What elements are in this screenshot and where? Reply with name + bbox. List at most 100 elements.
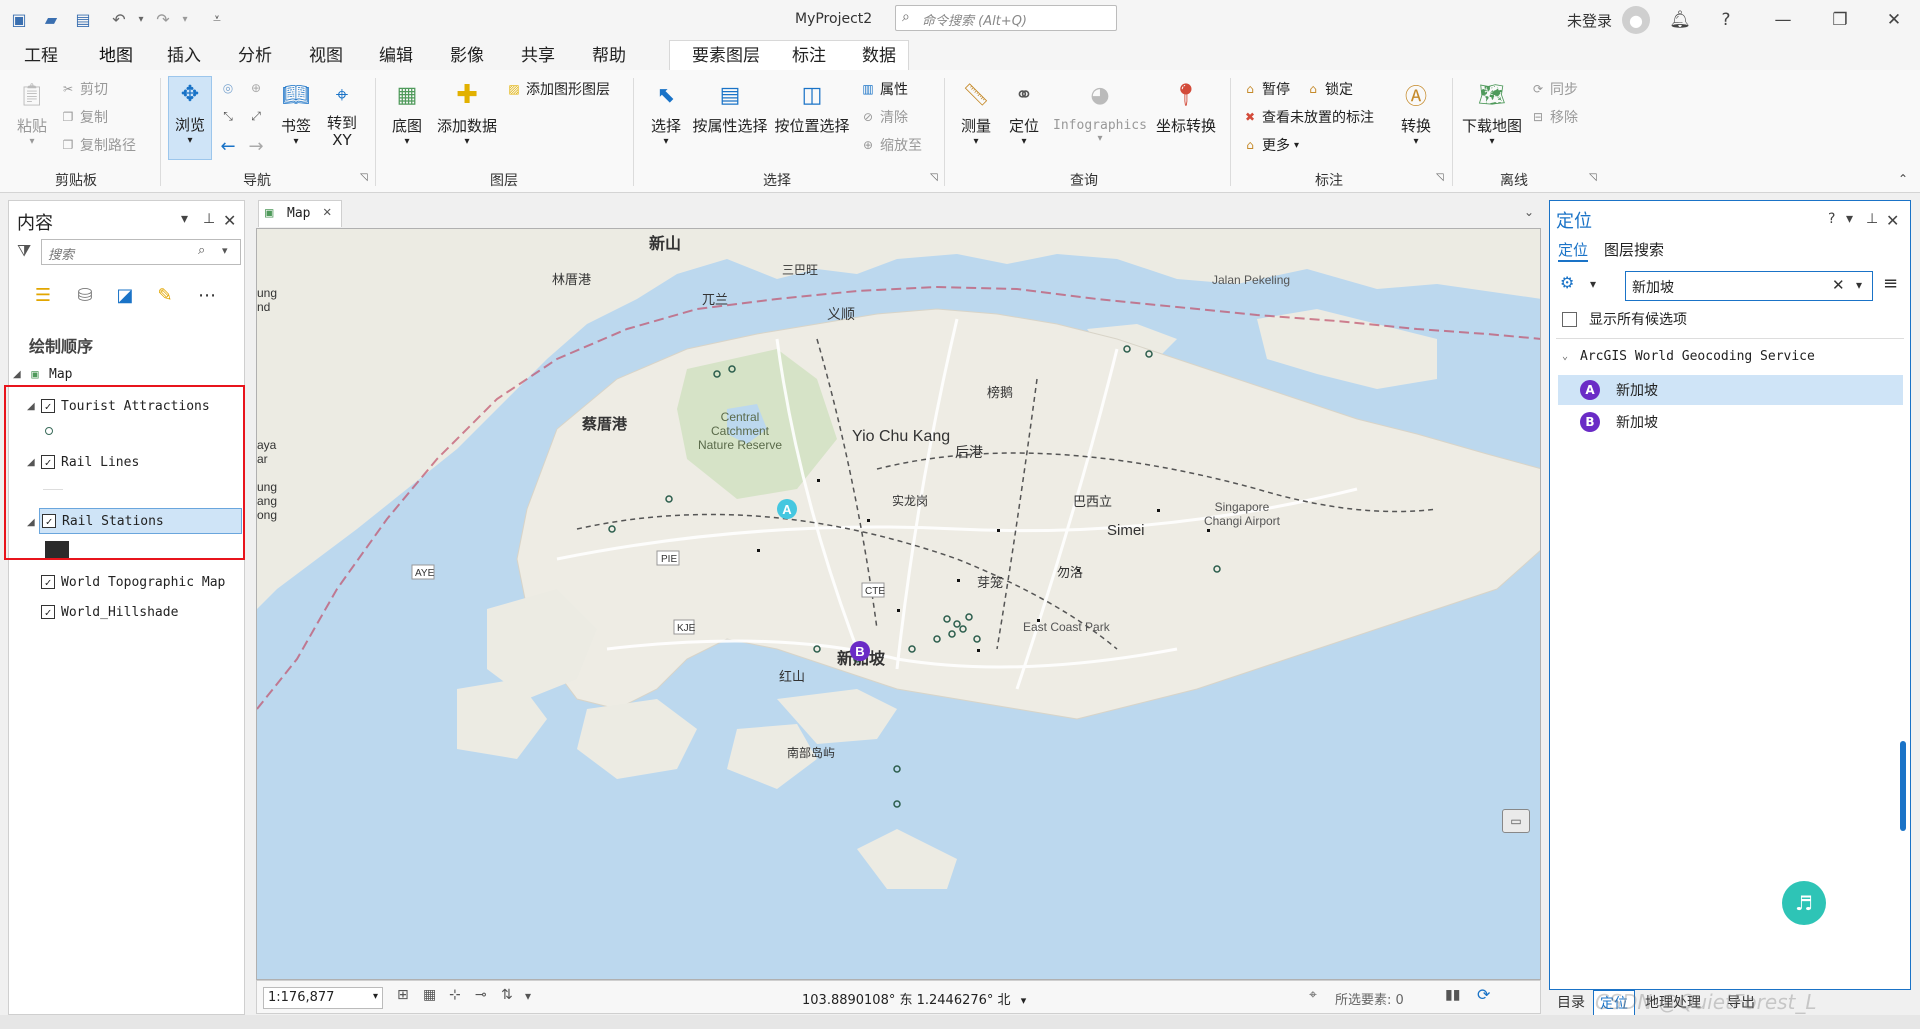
tab-view[interactable]: 视图 bbox=[305, 44, 347, 70]
copy-button[interactable]: ❐ 复制 bbox=[60, 106, 108, 128]
pin-icon[interactable]: ⊥ bbox=[1866, 211, 1878, 227]
globe-icon[interactable]: ◎ bbox=[220, 80, 236, 96]
redo-dropdown-icon[interactable]: ▾ bbox=[174, 8, 196, 30]
grid-toggle-icon[interactable]: ⊞ bbox=[397, 987, 409, 1003]
pause-drawing-icon[interactable]: ▮▮ bbox=[1445, 987, 1460, 1003]
tab-feature-layer[interactable]: 要素图层 bbox=[688, 44, 764, 70]
user-avatar-icon[interactable]: ● bbox=[1622, 6, 1650, 34]
collapse-provider-icon[interactable]: ⌄ bbox=[1562, 351, 1568, 362]
list-by-source-icon[interactable]: ⛁ bbox=[71, 281, 99, 309]
lock-labeling-button[interactable]: ⌂ 锁定 bbox=[1305, 78, 1353, 100]
contents-search-input[interactable]: 搜索 ⌕ ▾ bbox=[41, 239, 241, 265]
navigate-launcher-icon[interactable]: ◹ bbox=[360, 172, 368, 183]
select-by-attributes-button[interactable]: ▤ 按属性选择 bbox=[692, 78, 768, 136]
geocoder-provider-header[interactable]: ⌄ ArcGIS World Geocoding Service bbox=[1562, 349, 1815, 364]
pane-options-icon[interactable]: ▾ bbox=[181, 211, 188, 227]
sync-button[interactable]: ⟳ 同步 bbox=[1530, 78, 1578, 100]
add-data-button[interactable]: ✚ 添加数据 ▾ bbox=[434, 78, 500, 147]
cut-button[interactable]: ✂ 剪切 bbox=[60, 78, 108, 100]
restore-icon[interactable]: ❐ bbox=[1822, 6, 1858, 34]
menu-icon[interactable]: ≡ bbox=[1883, 273, 1898, 294]
help-icon[interactable]: ? bbox=[1828, 211, 1835, 227]
filter-icon[interactable]: ⧩ bbox=[17, 241, 31, 261]
copy-path-button[interactable]: ❐ 复制路径 bbox=[60, 134, 136, 156]
full-extent-icon[interactable]: ⊕ bbox=[248, 80, 264, 96]
tab-locate[interactable]: 定位 bbox=[1558, 239, 1589, 262]
result-row-b[interactable]: B 新加坡 bbox=[1558, 407, 1903, 437]
select-button[interactable]: ⬉ 选择 ▾ bbox=[646, 78, 686, 148]
tab-insert[interactable]: 插入 bbox=[163, 44, 205, 70]
tab-analysis[interactable]: 分析 bbox=[234, 44, 276, 70]
tab-share[interactable]: 共享 bbox=[517, 44, 559, 70]
more-options-icon[interactable]: ⋯ bbox=[193, 281, 221, 309]
tab-project[interactable]: 工程 bbox=[20, 44, 62, 70]
locate-button[interactable]: ⚭ 定位 ▾ bbox=[1002, 78, 1046, 148]
new-project-icon[interactable]: ▣ bbox=[8, 8, 30, 30]
search-history-dropdown-icon[interactable]: ▾ bbox=[1856, 278, 1862, 292]
layer-row-world-hillshade[interactable]: ✓ World_Hillshade bbox=[41, 601, 178, 623]
list-by-selection-icon[interactable]: ◪ bbox=[111, 281, 139, 309]
map-canvas[interactable]: 新山 林厝港 三巴旺 兀兰 义顺 Jalan Pekeling Central … bbox=[256, 228, 1541, 980]
snapping-icon[interactable]: ⊹ bbox=[449, 987, 461, 1003]
layer-visibility-checkbox[interactable]: ✓ bbox=[41, 605, 55, 619]
basemap-button[interactable]: ▦ 底图 ▾ bbox=[384, 78, 430, 148]
notification-bell-icon[interactable]: 🔔︎ bbox=[1662, 6, 1698, 34]
offline-launcher-icon[interactable]: ◹ bbox=[1589, 172, 1597, 183]
command-search-input[interactable]: ⌕ 命令搜索 (Alt+Q) bbox=[895, 5, 1117, 31]
select-by-location-button[interactable]: ◫ 按位置选择 bbox=[774, 78, 850, 136]
north-arrow-icon[interactable]: ⇅ bbox=[501, 987, 513, 1003]
coords-dropdown-icon[interactable]: ▾ bbox=[1021, 994, 1027, 1007]
assistant-mascot-icon[interactable]: ♬ bbox=[1782, 881, 1826, 925]
view-unplaced-button[interactable]: ✖ 查看未放置的标注 bbox=[1242, 106, 1374, 128]
goto-xy-button[interactable]: ⌖ 转到 XY bbox=[322, 78, 362, 149]
locate-settings-icon[interactable]: ⚙ bbox=[1560, 273, 1574, 292]
add-graphics-layer-button[interactable]: ▨ 添加图形图层 bbox=[506, 78, 610, 100]
labeling-launcher-icon[interactable]: ◹ bbox=[1436, 172, 1444, 183]
expand-map-icon[interactable]: ◢ bbox=[13, 369, 21, 380]
tab-map[interactable]: 地图 bbox=[95, 44, 137, 73]
help-icon[interactable]: ? bbox=[1708, 6, 1744, 34]
convert-coordinates-button[interactable]: 📍︎ 坐标转换 bbox=[1154, 78, 1218, 136]
download-map-button[interactable]: 🗺︎ 下载地图 ▾ bbox=[1460, 78, 1524, 148]
list-by-editing-icon[interactable]: ✎ bbox=[151, 281, 179, 309]
bookmarks-button[interactable]: 📖︎ 书签 ▾ bbox=[274, 78, 318, 148]
tab-catalog[interactable]: 目录 bbox=[1551, 990, 1591, 1014]
pane-options-icon[interactable]: ▾ bbox=[1846, 211, 1853, 227]
undo-dropdown-icon[interactable]: ▾ bbox=[130, 8, 152, 30]
explore-button[interactable]: ✥ 浏览 ▾ bbox=[168, 76, 212, 160]
customize-qat-icon[interactable]: ⩡ bbox=[206, 8, 228, 30]
clear-search-icon[interactable]: ✕ bbox=[1832, 276, 1845, 294]
next-extent-icon[interactable]: → bbox=[248, 136, 264, 157]
tab-list-dropdown-icon[interactable]: ⌄ bbox=[1524, 205, 1534, 219]
map-overlay-button-icon[interactable]: ▭ bbox=[1502, 809, 1530, 833]
tab-layer-search[interactable]: 图层搜索 bbox=[1604, 239, 1664, 260]
close-tab-icon[interactable]: ✕ bbox=[323, 204, 331, 220]
zoom-out-fixed-icon[interactable]: ⤢ bbox=[248, 108, 264, 124]
open-folder-icon[interactable]: ▰ bbox=[40, 8, 62, 30]
scrollbar-thumb[interactable] bbox=[1900, 741, 1906, 831]
save-icon[interactable]: ▤ bbox=[72, 8, 94, 30]
tab-labeling[interactable]: 标注 bbox=[788, 44, 830, 70]
remove-offline-button[interactable]: ⊟ 移除 bbox=[1530, 106, 1578, 128]
infographics-button[interactable]: ◕ Infographics ▾ bbox=[1050, 78, 1150, 145]
layer-row-world-topographic-map[interactable]: ✓ World Topographic Map bbox=[41, 571, 225, 593]
close-pane-icon[interactable]: ✕ bbox=[1886, 211, 1899, 230]
table-icon[interactable]: ▦ bbox=[423, 987, 436, 1003]
minimize-icon[interactable]: — bbox=[1765, 6, 1801, 34]
paste-button[interactable]: 📋︎ 粘贴 ▾ bbox=[12, 78, 52, 148]
zoom-to-selection-button[interactable]: ⊕ 缩放至 bbox=[860, 134, 922, 156]
options-dropdown-icon[interactable]: ▾ bbox=[525, 989, 531, 1003]
refresh-icon[interactable]: ⟳ bbox=[1477, 985, 1490, 1004]
pin-icon[interactable]: ⊥ bbox=[203, 211, 215, 227]
measure-button[interactable]: 📏︎ 测量 ▾ bbox=[954, 78, 998, 148]
show-all-candidates-checkbox[interactable]: 显示所有候选项 bbox=[1562, 309, 1687, 329]
map-node[interactable]: ▣ Map bbox=[27, 363, 72, 385]
previous-extent-icon[interactable]: ← bbox=[220, 136, 236, 157]
scale-selector[interactable]: 1:176,877 ▾ bbox=[263, 987, 383, 1009]
result-row-a[interactable]: A 新加坡 bbox=[1558, 375, 1903, 405]
selection-launcher-icon[interactable]: ◹ bbox=[930, 172, 938, 183]
zoom-in-fixed-icon[interactable]: ⤡ bbox=[220, 108, 236, 124]
tab-edit[interactable]: 编辑 bbox=[375, 44, 417, 70]
tab-help[interactable]: 帮助 bbox=[588, 44, 630, 70]
attributes-button[interactable]: ▥ 属性 bbox=[860, 78, 908, 100]
